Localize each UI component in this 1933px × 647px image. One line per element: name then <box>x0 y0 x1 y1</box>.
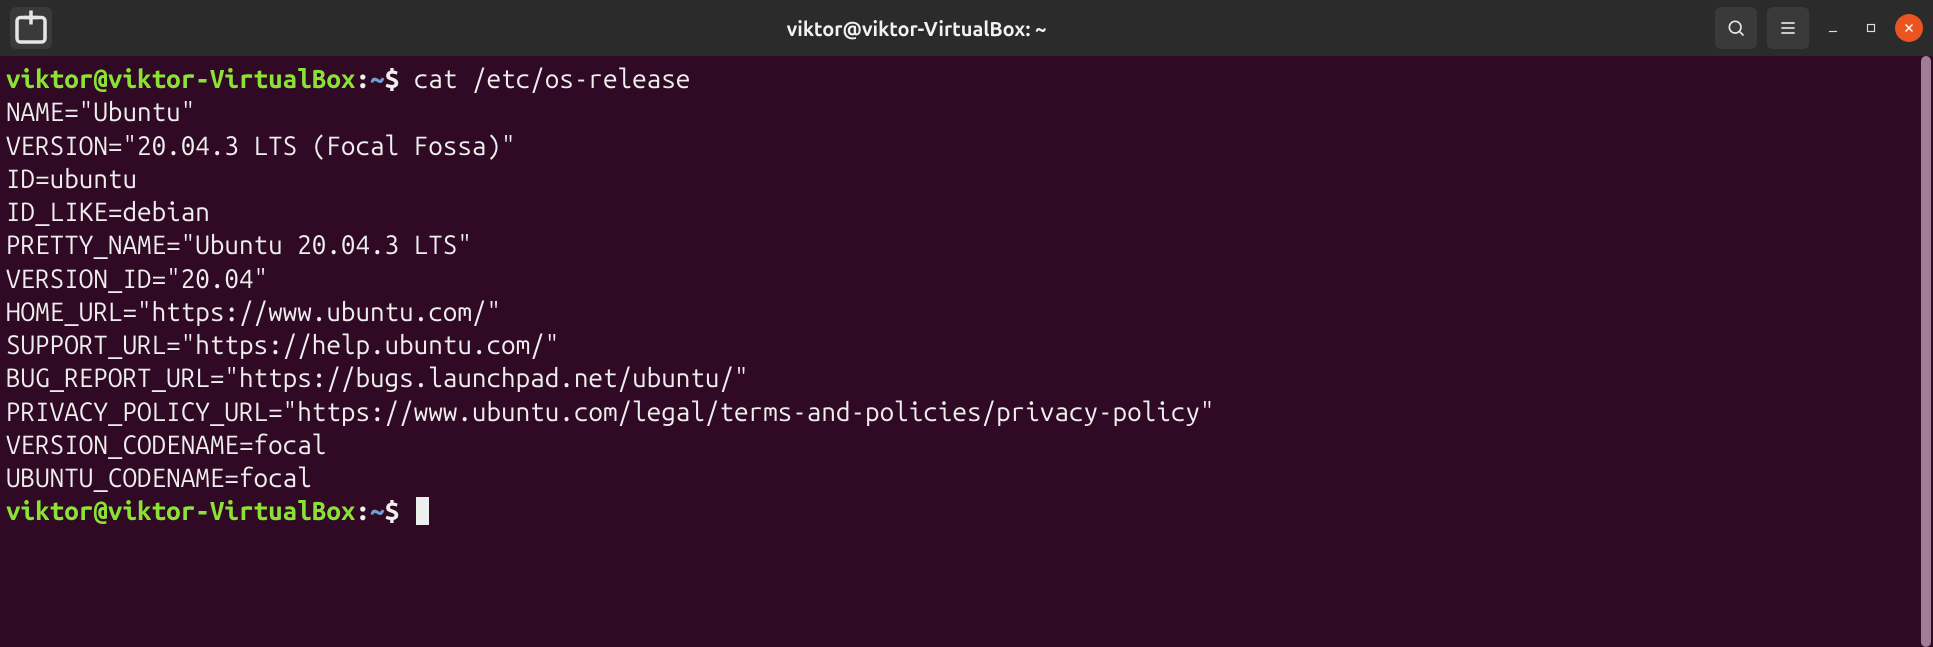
output-line: VERSION_ID="20.04" <box>6 264 268 293</box>
output-line: BUG_REPORT_URL="https://bugs.launchpad.n… <box>6 363 749 392</box>
output-line: VERSION="20.04.3 LTS (Focal Fossa)" <box>6 131 516 160</box>
output-line: ID_LIKE=debian <box>6 197 210 226</box>
prompt-colon: : <box>355 64 370 93</box>
prompt-colon: : <box>355 496 370 525</box>
output-line: NAME="Ubuntu" <box>6 97 195 126</box>
terminal-output[interactable]: viktor@viktor-VirtualBox:~$ cat /etc/os-… <box>0 56 1919 647</box>
search-button[interactable] <box>1715 7 1757 49</box>
prompt-path: ~ <box>370 496 385 525</box>
titlebar-right <box>1583 7 1923 49</box>
output-line: ID=ubuntu <box>6 164 137 193</box>
output-line: PRIVACY_POLICY_URL="https://www.ubuntu.c… <box>6 397 1214 426</box>
prompt-symbol: $ <box>385 496 400 525</box>
titlebar-left <box>10 7 250 49</box>
terminal-scrollbar[interactable] <box>1919 56 1933 647</box>
prompt-symbol: $ <box>385 64 400 93</box>
prompt-userhost: viktor@viktor-VirtualBox <box>6 496 355 525</box>
window-titlebar: viktor@viktor-VirtualBox: ~ <box>0 0 1933 56</box>
prompt-userhost: viktor@viktor-VirtualBox <box>6 64 355 93</box>
command-text: cat /etc/os-release <box>414 64 691 93</box>
scrollbar-thumb[interactable] <box>1921 56 1931 647</box>
output-line: UBUNTU_CODENAME=focal <box>6 463 312 492</box>
output-line: SUPPORT_URL="https://help.ubuntu.com/" <box>6 330 559 359</box>
hamburger-menu-button[interactable] <box>1767 7 1809 49</box>
terminal-container: viktor@viktor-VirtualBox:~$ cat /etc/os-… <box>0 56 1933 647</box>
maximize-button[interactable] <box>1857 14 1885 42</box>
output-line: HOME_URL="https://www.ubuntu.com/" <box>6 297 501 326</box>
prompt-path: ~ <box>370 64 385 93</box>
new-tab-button[interactable] <box>10 7 52 49</box>
minimize-button[interactable] <box>1819 14 1847 42</box>
close-button[interactable] <box>1895 14 1923 42</box>
window-title: viktor@viktor-VirtualBox: ~ <box>250 17 1583 40</box>
cursor <box>416 497 429 525</box>
output-line: VERSION_CODENAME=focal <box>6 430 326 459</box>
output-line: PRETTY_NAME="Ubuntu 20.04.3 LTS" <box>6 230 472 259</box>
